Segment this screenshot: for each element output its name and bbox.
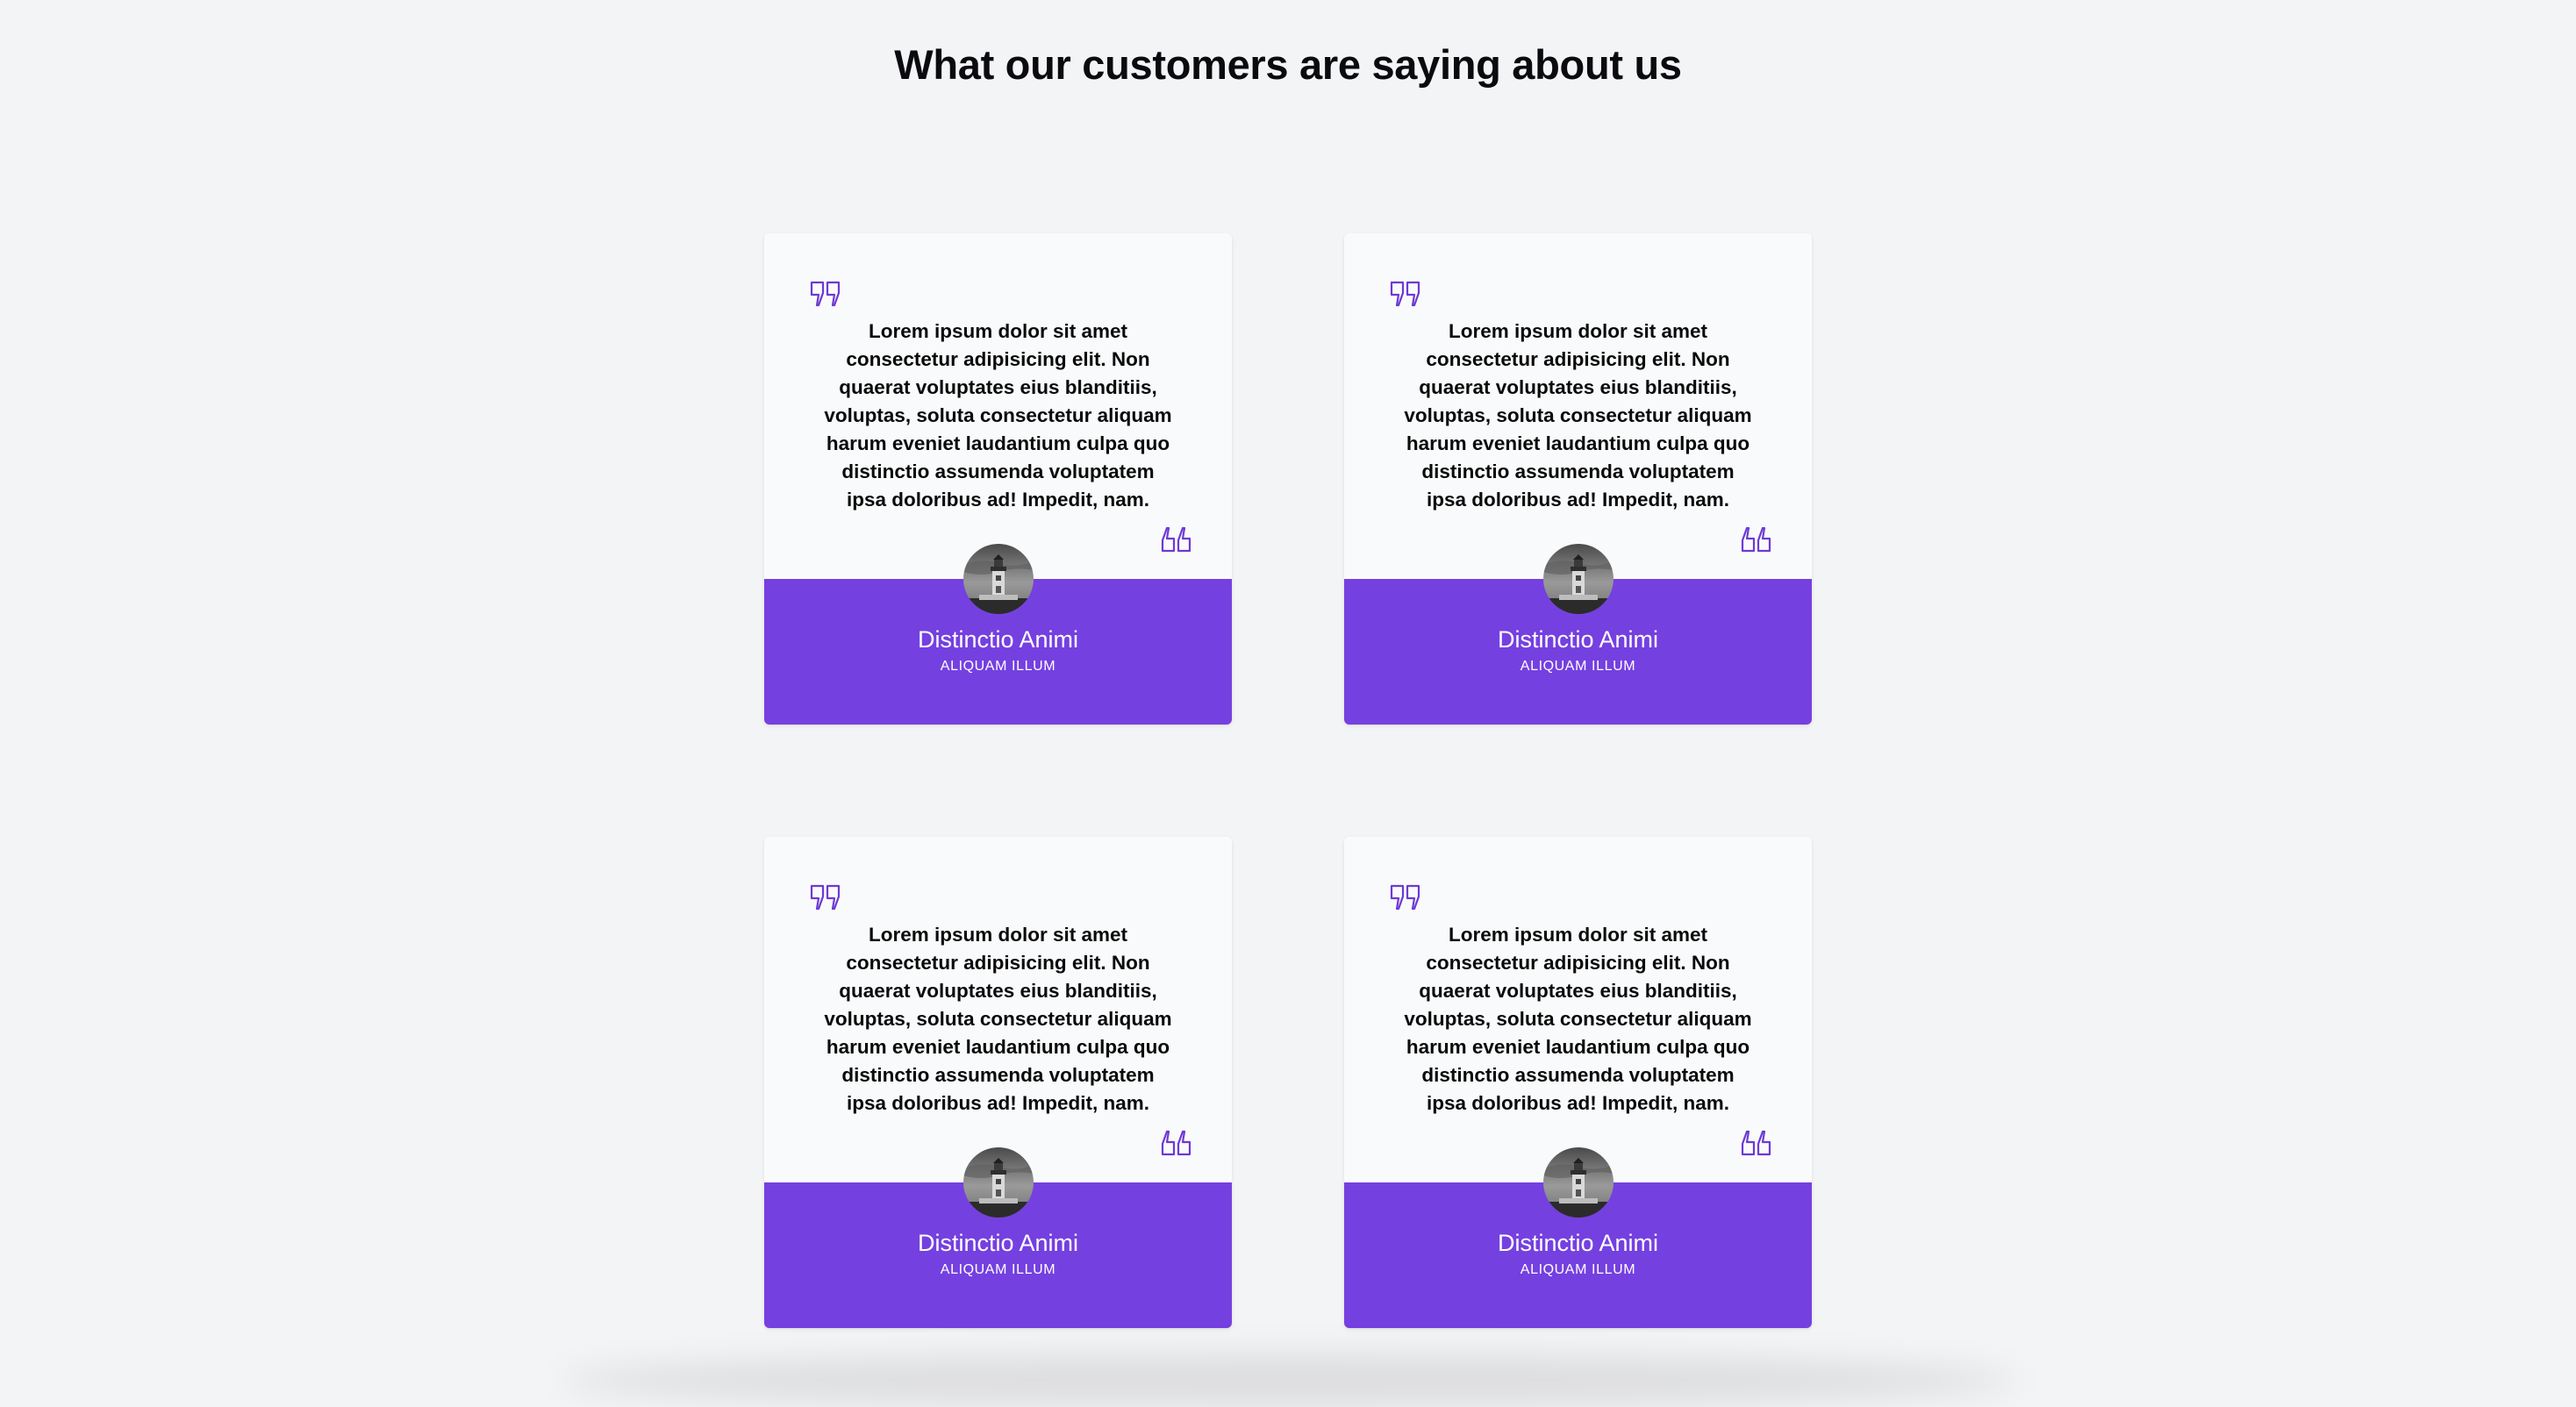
author-role: ALIQUAM ILLUM	[1520, 1262, 1636, 1277]
author-role: ALIQUAM ILLUM	[1520, 659, 1636, 674]
author-name: Distinctio Animi	[1497, 626, 1659, 653]
avatar	[1542, 544, 1614, 614]
quote-open-icon	[810, 884, 841, 911]
quote-open-icon	[1390, 281, 1420, 307]
author-role: ALIQUAM ILLUM	[940, 1262, 1056, 1277]
author-name: Distinctio Animi	[917, 1230, 1079, 1256]
avatar-photo	[962, 1147, 1034, 1218]
avatar	[962, 544, 1034, 614]
quote-close-icon	[1161, 1130, 1191, 1156]
testimonial-quote: Lorem ipsum dolor sit amet consectetur a…	[1404, 924, 1752, 1114]
quote-open-icon	[810, 281, 841, 307]
testimonial-card: Lorem ipsum dolor sit amet consectetur a…	[1344, 837, 1812, 1328]
page-title: What our customers are saying about us	[894, 41, 1682, 88]
author-role: ALIQUAM ILLUM	[940, 659, 1056, 674]
testimonial-card: Lorem ipsum dolor sit amet consectetur a…	[1344, 233, 1812, 725]
quote-close-icon	[1741, 526, 1771, 553]
testimonial-card: Lorem ipsum dolor sit amet consectetur a…	[764, 233, 1232, 725]
testimonial-quote: Lorem ipsum dolor sit amet consectetur a…	[824, 320, 1172, 511]
avatar-photo	[962, 544, 1034, 614]
author-name: Distinctio Animi	[917, 626, 1079, 653]
bottom-shadow	[562, 1354, 2018, 1407]
testimonial-quote: Lorem ipsum dolor sit amet consectetur a…	[824, 924, 1172, 1114]
quote-close-icon	[1741, 1130, 1771, 1156]
testimonial-card: Lorem ipsum dolor sit amet consectetur a…	[764, 837, 1232, 1328]
testimonial-quote: Lorem ipsum dolor sit amet consectetur a…	[1404, 320, 1752, 511]
avatar-photo	[1542, 1147, 1614, 1218]
author-name: Distinctio Animi	[1497, 1230, 1659, 1256]
quote-close-icon	[1161, 526, 1191, 553]
avatar	[1542, 1147, 1614, 1218]
quote-open-icon	[1390, 884, 1420, 911]
avatar	[962, 1147, 1034, 1218]
avatar-photo	[1542, 544, 1614, 614]
